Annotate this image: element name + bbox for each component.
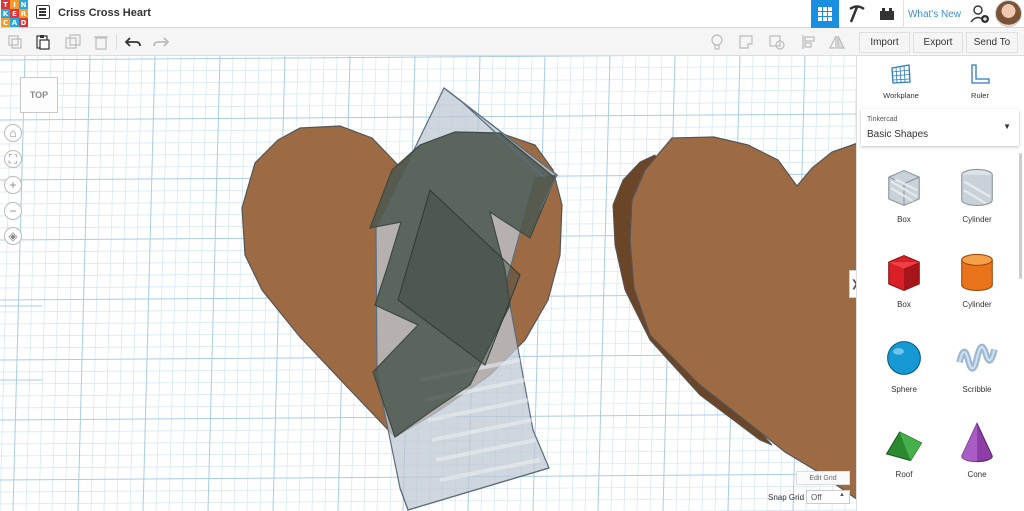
shape-library-select[interactable]: Tinkercad Basic Shapes ▼ — [861, 109, 1019, 146]
workplane-grid — [0, 56, 856, 511]
user-avatar[interactable] — [995, 0, 1022, 27]
workplane-label: Workplane — [883, 91, 919, 100]
logo-letter: D — [19, 18, 28, 27]
workplane-tool[interactable]: Workplane — [871, 62, 931, 100]
box-red-icon — [888, 254, 920, 292]
library-value: Basic Shapes — [867, 129, 929, 140]
cylinder-orange-icon — [961, 253, 993, 291]
ruler-icon — [971, 64, 990, 84]
zoom-out-icon[interactable]: − — [4, 202, 22, 220]
logo-letter: K — [1, 9, 10, 18]
logo-letter: R — [19, 9, 28, 18]
snap-grid-select[interactable]: Off ▲ — [806, 490, 850, 504]
panel-scrollbar[interactable] — [1019, 153, 1022, 279]
box-hole-icon — [888, 169, 920, 207]
shape-label: Cone — [967, 470, 987, 479]
brick-icon — [880, 8, 894, 20]
shape-label: Box — [897, 215, 911, 224]
home-view-icon[interactable]: ⌂ — [4, 124, 22, 142]
top-bar: TINKERCAD Criss Cross Heart What's New — [0, 0, 1024, 28]
roof-icon — [885, 431, 923, 462]
shape-label: Cylinder — [962, 300, 992, 309]
shape-item-scribble[interactable]: Scribble — [941, 334, 1013, 394]
export-button[interactable]: Export — [913, 32, 963, 53]
shapes-panel: Workplane Ruler Tinkercad Basic Shapes ▼… — [856, 56, 1024, 511]
duplicate-icon[interactable] — [64, 33, 82, 51]
lightbulb-icon[interactable] — [708, 33, 726, 51]
ruler-label: Ruler — [971, 91, 989, 100]
logo-letter: C — [1, 18, 10, 27]
design-menu-icon[interactable] — [36, 5, 50, 19]
shape-item-roof[interactable]: Roof — [868, 419, 940, 479]
workplane-canvas[interactable]: TOP ⌂ ⛶ + − ◈ Edit Grid Snap Grid Off ▲ — [0, 56, 856, 511]
shape-item-box[interactable]: Box — [868, 164, 940, 224]
undo-icon[interactable] — [124, 33, 142, 51]
snap-grid-label: Snap Grid — [768, 493, 805, 502]
ortho-view-icon[interactable]: ◈ — [4, 227, 22, 245]
shape-label: Sphere — [891, 385, 917, 394]
align-icon[interactable] — [800, 33, 818, 51]
paste-icon[interactable] — [34, 33, 52, 51]
ruler-tool[interactable]: Ruler — [950, 62, 1010, 100]
logo-letter: E — [10, 9, 19, 18]
cone-icon — [961, 422, 993, 463]
mirror-icon[interactable] — [828, 33, 846, 51]
view-cube[interactable]: TOP — [20, 77, 58, 113]
edit-grid-button[interactable]: Edit Grid — [796, 471, 850, 485]
ungroup-icon[interactable] — [768, 33, 786, 51]
logo-letter: A — [10, 18, 19, 27]
library-category: Tinkercad — [867, 116, 898, 123]
zoom-in-icon[interactable]: + — [4, 176, 22, 194]
add-user-button[interactable] — [966, 0, 994, 28]
edit-toolbar: Import Export Send To — [0, 28, 1024, 56]
logo-letter: T — [1, 0, 10, 9]
redo-icon[interactable] — [152, 33, 170, 51]
3d-view-button[interactable] — [811, 0, 839, 28]
logo-letter: I — [10, 0, 19, 9]
minecraft-button[interactable] — [843, 0, 871, 28]
import-button[interactable]: Import — [859, 32, 910, 53]
bricks-button[interactable] — [875, 0, 899, 28]
workplane-icon — [891, 64, 911, 84]
shape-label: Scribble — [962, 385, 992, 394]
shape-item-cylinder[interactable]: Cylinder — [941, 164, 1013, 224]
shape-label: Box — [897, 300, 911, 309]
shape-item-cone[interactable]: Cone — [941, 419, 1013, 479]
scribble-icon — [956, 343, 998, 372]
caret-icon: ▲ — [839, 492, 845, 498]
sphere-icon — [887, 341, 921, 375]
shape-item-cylinder[interactable]: Cylinder — [941, 249, 1013, 309]
logo-letter: N — [19, 0, 28, 9]
tinkercad-logo[interactable]: TINKERCAD — [1, 0, 28, 27]
shape-item-sphere[interactable]: Sphere — [868, 334, 940, 394]
group-icon[interactable] — [738, 33, 756, 51]
delete-icon[interactable] — [92, 33, 110, 51]
design-title[interactable]: Criss Cross Heart — [58, 7, 151, 19]
fit-view-icon[interactable]: ⛶ — [4, 150, 22, 168]
shape-label: Cylinder — [962, 215, 992, 224]
snap-grid-value: Off — [811, 492, 822, 502]
shape-label: Roof — [895, 470, 913, 479]
whats-new-link[interactable]: What's New — [903, 0, 965, 28]
shape-item-box[interactable]: Box — [868, 249, 940, 309]
send-to-button[interactable]: Send To — [966, 32, 1018, 53]
dropdown-caret-icon: ▼ — [1003, 122, 1011, 131]
cylinder-hole-icon — [961, 168, 993, 206]
pickaxe-icon — [849, 5, 865, 23]
copy-icon[interactable] — [6, 33, 24, 51]
add-user-icon — [970, 5, 989, 23]
grid-icon — [818, 7, 832, 21]
